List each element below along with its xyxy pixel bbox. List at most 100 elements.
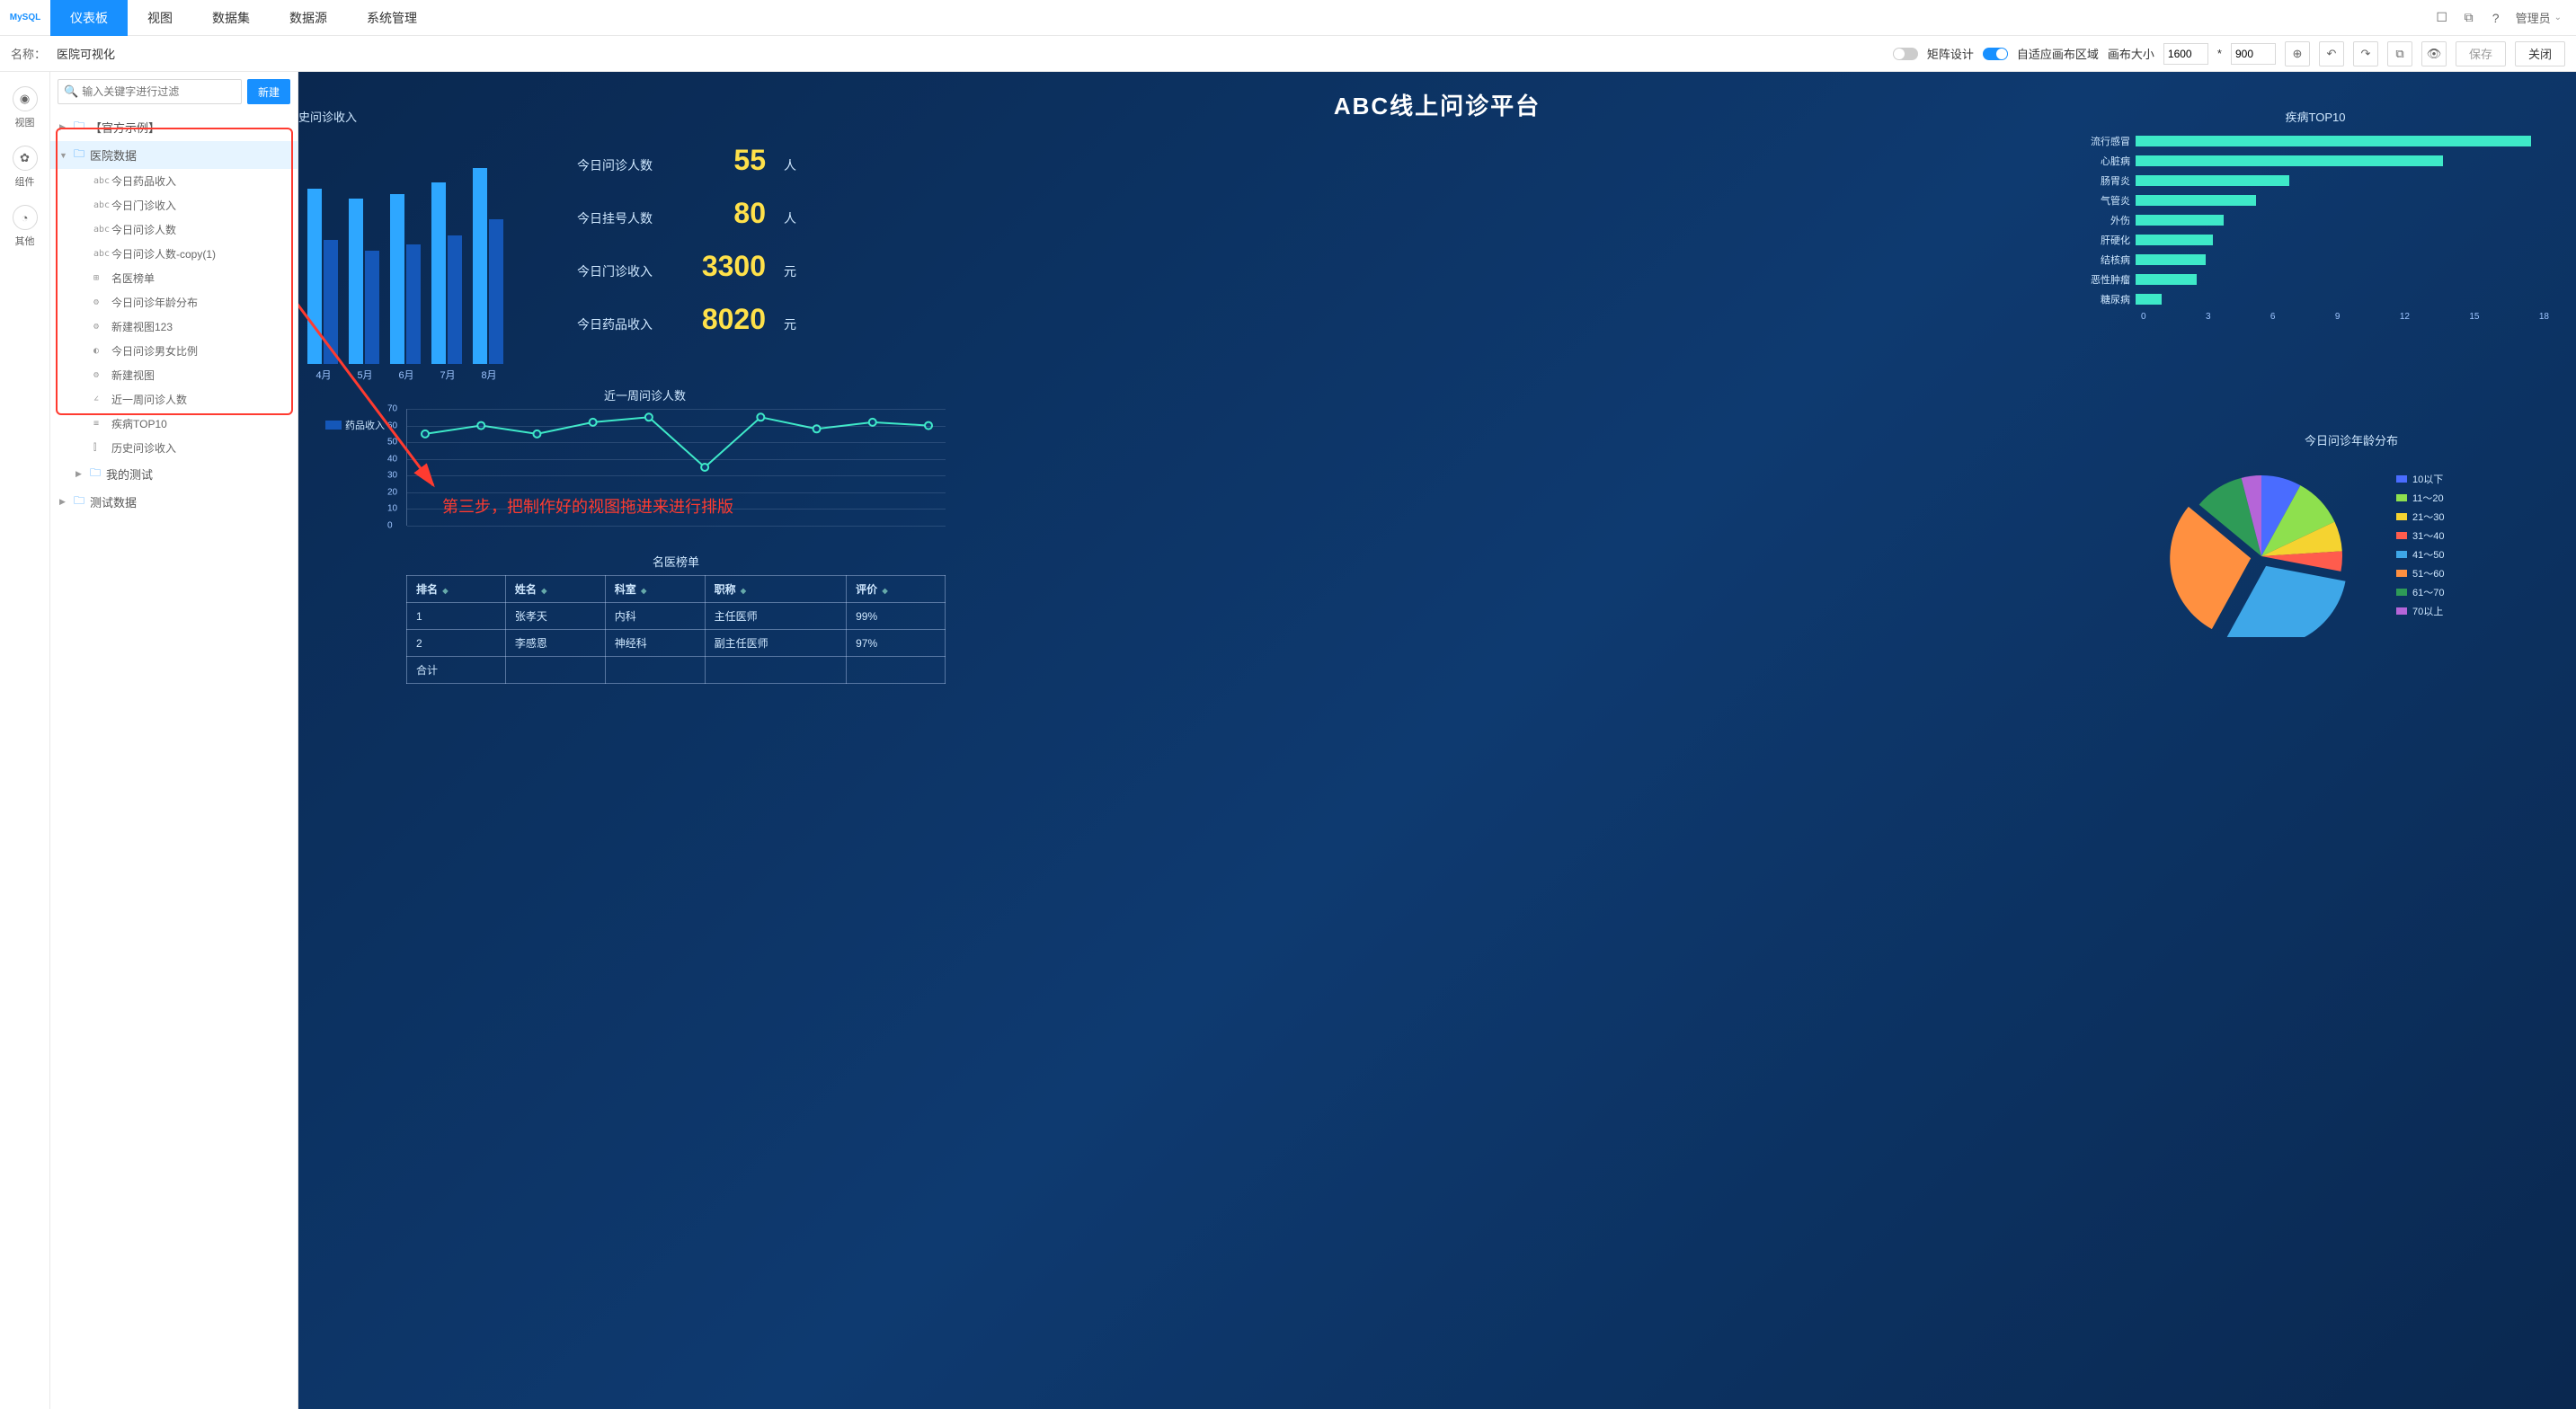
top10-row: 恶性肿瘤 <box>2082 272 2549 287</box>
chevron-down-icon: ⌄ <box>2554 13 2562 22</box>
item-type-icon: ⫿ <box>93 443 106 453</box>
nav-tab-view[interactable]: 视图 <box>128 0 192 36</box>
tree-item[interactable]: abc今日门诊收入 <box>50 193 298 217</box>
item-type-icon: ≡ <box>93 419 106 429</box>
name-label: 名称： <box>11 45 46 62</box>
lang-icon[interactable]: ⧉ <box>2462 11 2476 25</box>
pie-legend-item: 11～20 <box>2396 491 2444 505</box>
nav-tabs: 仪表板 视图 数据集 数据源 系统管理 <box>50 0 437 36</box>
hist-legend: 药品收入 <box>325 418 385 432</box>
pie-legend-item: 51～60 <box>2396 566 2444 580</box>
folder-icon: 🗀 <box>74 118 84 137</box>
stat-row: 今日挂号人数 80 人 <box>577 197 796 230</box>
table-header[interactable]: 评价 ◆ <box>847 576 946 603</box>
table-header[interactable]: 姓名 ◆ <box>505 576 605 603</box>
item-type-icon: ⚙ <box>93 370 106 380</box>
tree: ▶ 🗀 【官方示例】 ▼ 🗀 医院数据 abc今日药品收入abc今日门诊收入ab… <box>50 111 298 1409</box>
nav-tab-dashboard[interactable]: 仪表板 <box>50 0 128 36</box>
top10-row: 心脏病 <box>2082 154 2549 168</box>
folder-mytest[interactable]: ▶ 🗀 我的测试 <box>50 460 298 488</box>
top10-row: 肠胃炎 <box>2082 173 2549 188</box>
item-type-icon: ∠ <box>93 394 106 404</box>
rail-other[interactable]: ◔ 其他 <box>7 199 43 253</box>
table-header[interactable]: 排名 ◆ <box>407 576 506 603</box>
nav-tab-datasource[interactable]: 数据源 <box>270 0 347 36</box>
top10-row: 外伤 <box>2082 213 2549 227</box>
other-icon: ◔ <box>13 205 38 230</box>
tree-item[interactable]: abc今日药品收入 <box>50 169 298 193</box>
tree-item[interactable]: abc今日问诊人数 <box>50 217 298 242</box>
rail-view[interactable]: ◉ 视图 <box>7 81 43 135</box>
tree-item[interactable]: ⚙新建视图 <box>50 363 298 387</box>
search-input-wrapper[interactable]: 🔍 <box>58 79 242 104</box>
nav-tab-system[interactable]: 系统管理 <box>347 0 437 36</box>
item-type-icon: abc <box>93 249 106 259</box>
rail-component[interactable]: ✿ 组件 <box>7 140 43 194</box>
adaptive-canvas-toggle[interactable] <box>1983 48 2008 60</box>
search-input[interactable] <box>82 85 235 98</box>
toolbar: 名称： 医院可视化 矩阵设计 自适应画布区域 画布大小 * ⊕ ↶ ↷ ⧉ 👁 … <box>0 36 2576 72</box>
gear-icon: ✿ <box>13 146 38 171</box>
matrix-design-label: 矩阵设计 <box>1927 45 1974 62</box>
pie-legend-item: 10以下 <box>2396 472 2444 486</box>
canvas-height-input[interactable] <box>2231 43 2276 65</box>
expand-icon: ▶ <box>76 469 84 479</box>
folder-icon: 🗀 <box>74 492 84 511</box>
tree-item[interactable]: ⚙新建视图123 <box>50 315 298 339</box>
pie-legend-item: 31～40 <box>2396 528 2444 543</box>
nav-tab-dataset[interactable]: 数据集 <box>192 0 270 36</box>
item-type-icon: abc <box>93 225 106 235</box>
item-type-icon: ⊞ <box>93 273 106 283</box>
tree-item[interactable]: ∠近一周问诊人数 <box>50 387 298 412</box>
copy-icon[interactable]: ⧉ <box>2387 41 2412 66</box>
top10-row: 肝硬化 <box>2082 233 2549 247</box>
folder-testdata[interactable]: ▶ 🗀 测试数据 <box>50 488 298 516</box>
tree-item[interactable]: ⚙今日问诊年龄分布 <box>50 290 298 315</box>
admin-label: 管理员 <box>2516 9 2551 26</box>
help-icon[interactable]: ? <box>2489 11 2503 25</box>
pie-legend-item: 21～30 <box>2396 510 2444 524</box>
collapse-icon: ▼ <box>59 151 68 160</box>
item-type-icon: ⚙ <box>93 322 106 332</box>
dashboard-title: ABC线上问诊平台 <box>1334 88 1541 121</box>
table-header[interactable]: 职称 ◆ <box>705 576 847 603</box>
undo-icon[interactable]: ↶ <box>2319 41 2344 66</box>
admin-dropdown[interactable]: 管理员 ⌄ <box>2516 9 2562 26</box>
folder-icon: 🗀 <box>74 146 84 164</box>
pie-legend-item: 61～70 <box>2396 585 2444 599</box>
table-header[interactable]: 科室 ◆ <box>605 576 705 603</box>
left-rail: ◉ 视图 ✿ 组件 ◔ 其他 <box>0 72 50 1409</box>
redo-icon[interactable]: ↷ <box>2353 41 2378 66</box>
folder-official[interactable]: ▶ 🗀 【官方示例】 <box>50 113 298 141</box>
item-type-icon: ◐ <box>93 346 106 356</box>
item-type-icon: abc <box>93 176 106 186</box>
canvas-area[interactable]: ABC线上问诊平台 史问诊收入 4月5月6月7月8月 药品收入 今日问诊人数 5… <box>298 72 2576 1409</box>
item-type-icon: ⚙ <box>93 297 106 307</box>
pie-legend: 10以下 11～20 21～30 31～40 41～50 51～60 61～70 70以上 <box>2396 472 2444 623</box>
annotation-text: 第三步，把制作好的视图拖进来进行排版 <box>442 494 733 518</box>
tree-item[interactable]: ◐今日问诊男女比例 <box>50 339 298 363</box>
size-plus-icon[interactable]: ⊕ <box>2285 41 2310 66</box>
tree-item[interactable]: ⊞名医榜单 <box>50 266 298 290</box>
preview-icon[interactable]: 👁 <box>2421 41 2447 66</box>
tree-item[interactable]: ⫿历史问诊收入 <box>50 436 298 460</box>
table-row: 2李感恩神经科副主任医师97% <box>407 630 946 657</box>
stat-row: 今日门诊收入 3300 元 <box>577 250 796 283</box>
close-button[interactable]: 关闭 <box>2515 41 2565 66</box>
disease-top10-chart[interactable]: 疾病TOP10 流行感冒 心脏病 肠胃炎 气管炎 外伤 肝硬化 结核病 恶性肿瘤… <box>2082 108 2549 322</box>
tree-item[interactable]: ≡疾病TOP10 <box>50 412 298 436</box>
bell-icon[interactable]: ☐ <box>2435 11 2449 25</box>
doctor-table[interactable]: 名医榜单 排名 ◆姓名 ◆科室 ◆职称 ◆评价 ◆ 1张孝天内科主任医师99%2… <box>406 553 946 684</box>
doctor-ranking-table: 排名 ◆姓名 ◆科室 ◆职称 ◆评价 ◆ 1张孝天内科主任医师99%2李感恩神经… <box>406 575 946 684</box>
search-icon: 🔍 <box>64 84 78 99</box>
age-pie-chart[interactable]: 今日问诊年龄分布 10以下11～2021～3031～4041～5051～6061… <box>2154 431 2549 637</box>
matrix-design-toggle[interactable] <box>1893 48 1918 60</box>
history-income-chart[interactable]: 史问诊收入 4月5月6月7月8月 药品收入 <box>298 108 550 432</box>
folder-hospital[interactable]: ▼ 🗀 医院数据 <box>50 141 298 169</box>
pie-legend-item: 41～50 <box>2396 547 2444 562</box>
save-button[interactable]: 保存 <box>2456 41 2506 66</box>
tree-item[interactable]: abc今日问诊人数-copy(1) <box>50 242 298 266</box>
canvas-width-input[interactable] <box>2163 43 2208 65</box>
pie-legend-item: 70以上 <box>2396 604 2444 618</box>
new-button[interactable]: 新建 <box>247 79 290 104</box>
